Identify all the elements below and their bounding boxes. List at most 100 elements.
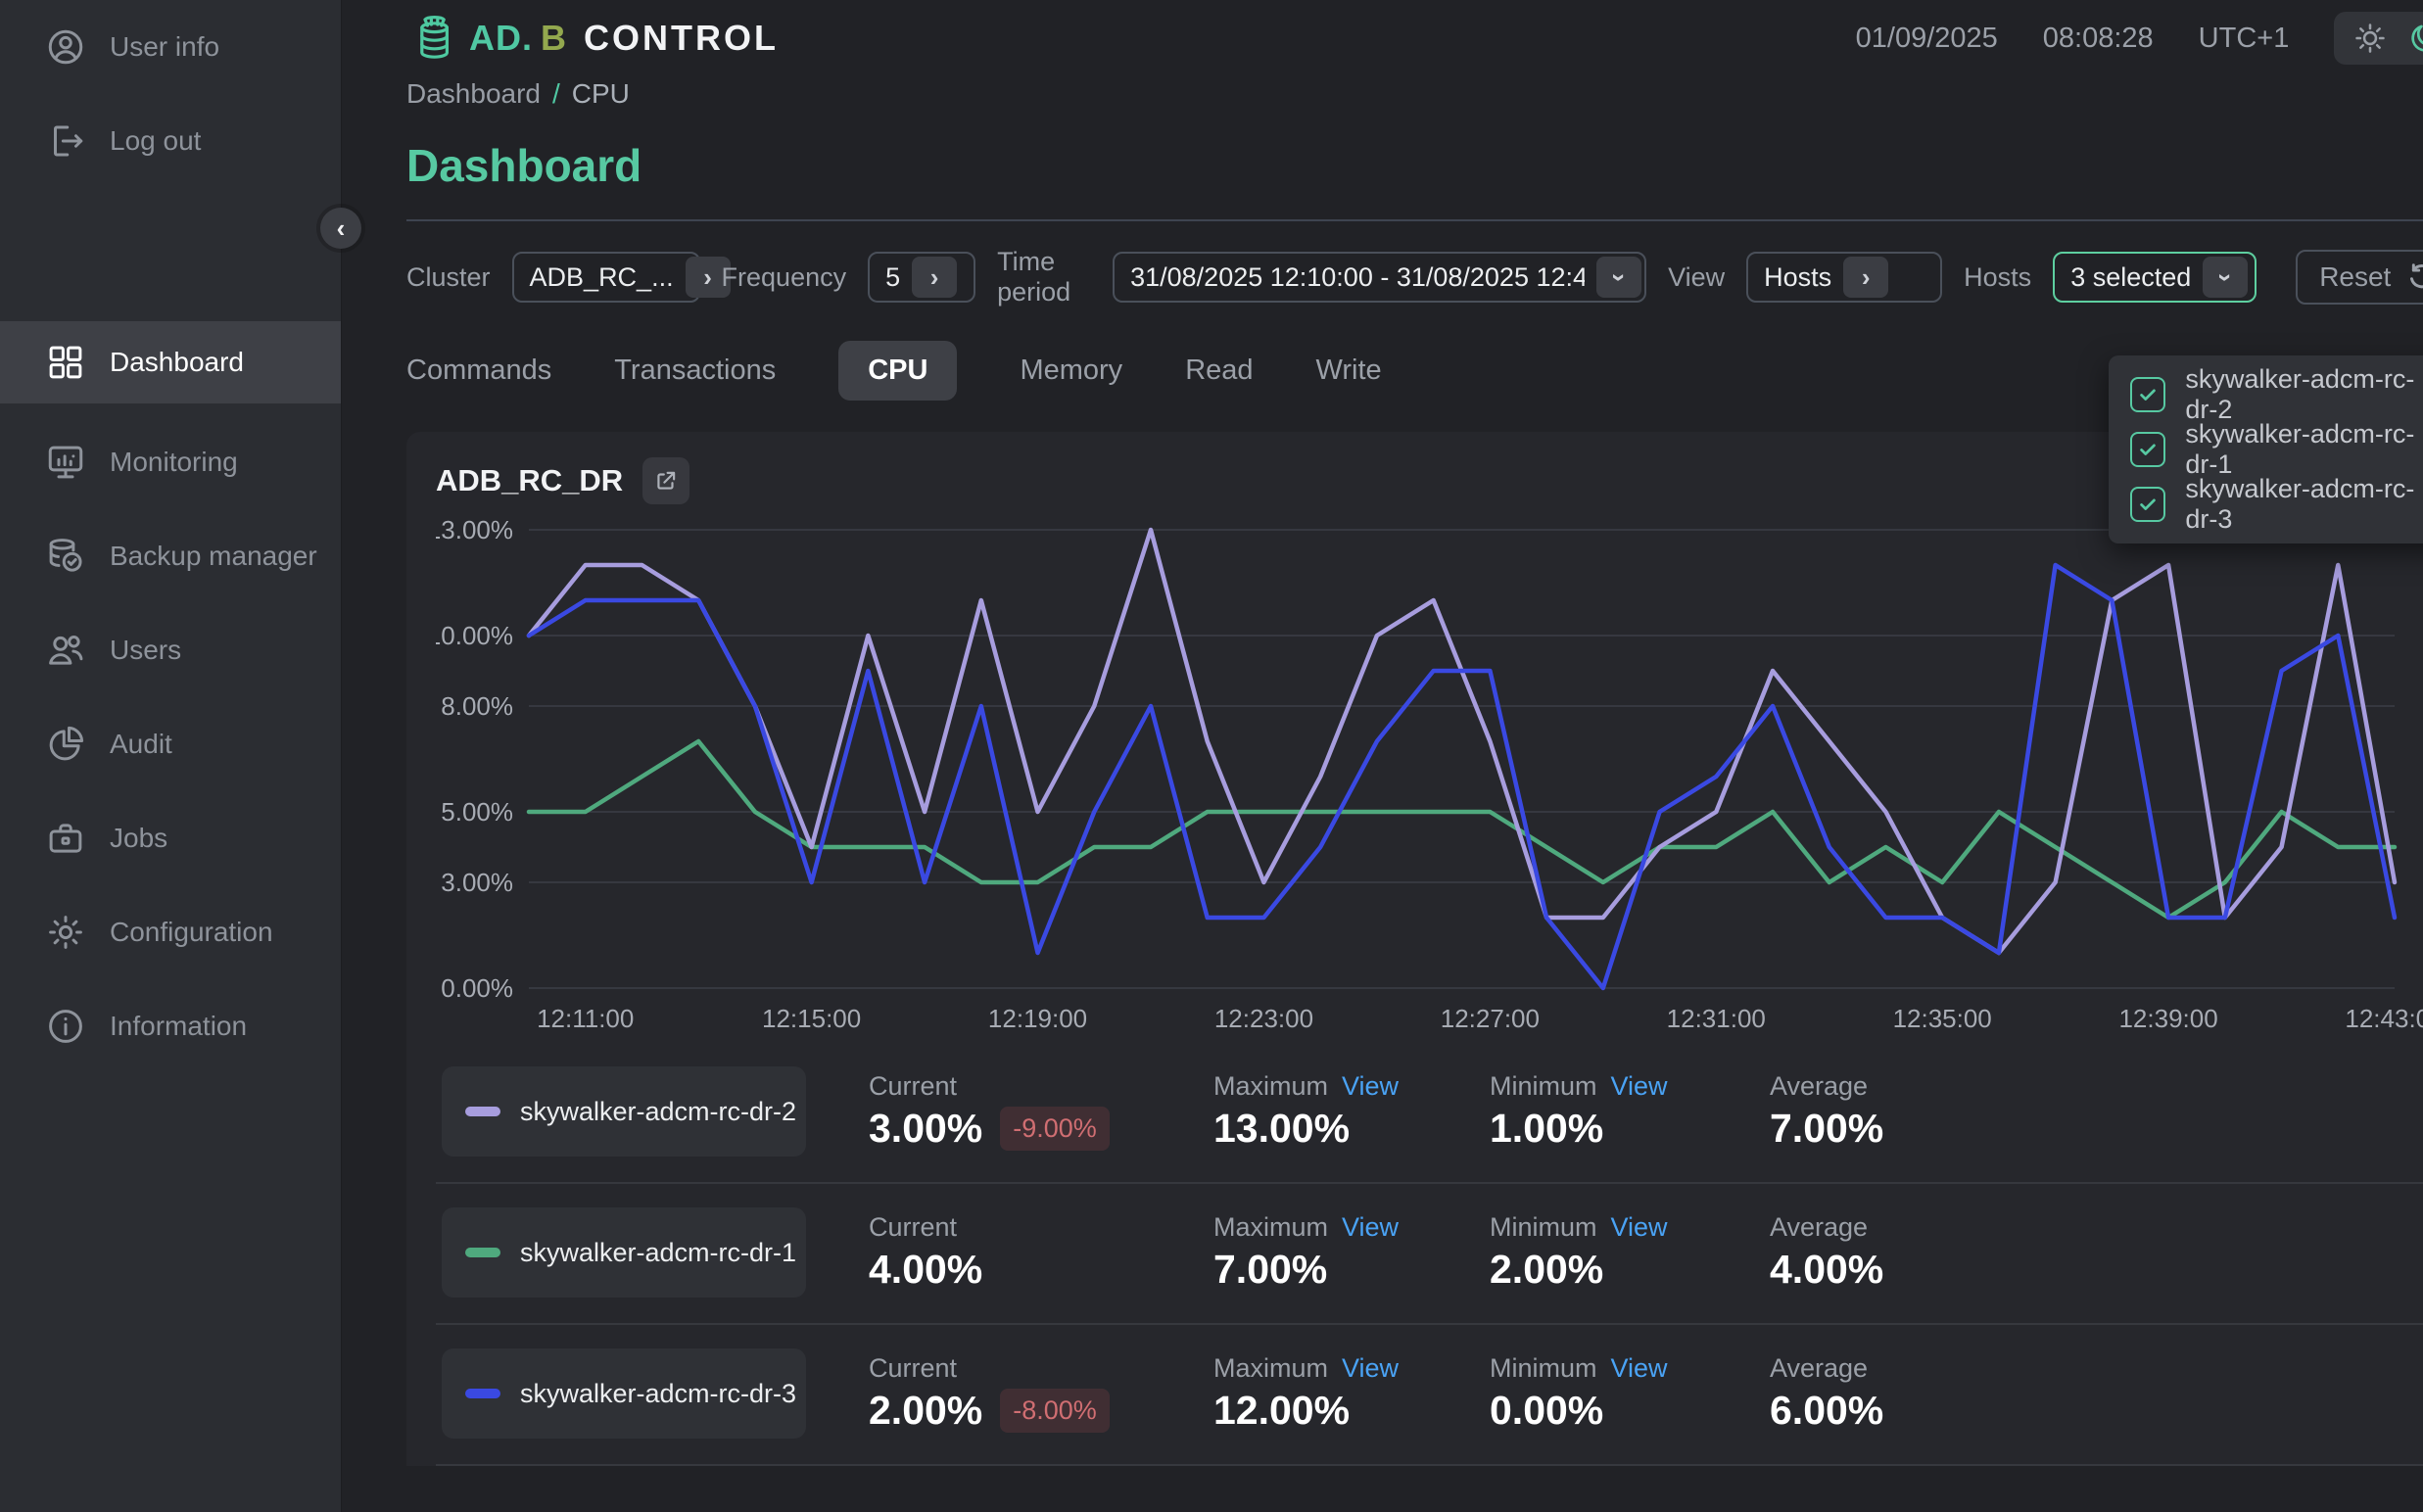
pie-chart-icon <box>45 724 86 765</box>
sidebar-item-user-info[interactable]: User info <box>0 0 341 94</box>
stat-label: Current <box>869 1353 957 1384</box>
stat-value: 7.00% <box>1213 1247 1327 1293</box>
sidebar: User info Log out ‹ Dashboard <box>0 0 342 1512</box>
chevron-right-icon[interactable]: › <box>1843 257 1888 298</box>
tab-commands[interactable]: Commands <box>406 341 551 401</box>
host-name: skywalker-adcm-rc-dr-1 <box>520 1238 796 1268</box>
cluster-value: ADB_RC_... <box>530 262 674 293</box>
sidebar-item-configuration[interactable]: Configuration <box>0 885 341 979</box>
sidebar-collapse-button[interactable]: ‹ <box>320 208 361 249</box>
stat-value: 4.00% <box>1770 1247 1883 1293</box>
stat-label: Maximum <box>1213 1071 1328 1102</box>
series-color-swatch <box>465 1248 500 1257</box>
database-backup-icon <box>45 536 86 577</box>
stat-average: Average 4.00% <box>1770 1212 1985 1293</box>
host-stat-row: skywalker-adcm-rc-dr-3 Current 2.00% -8.… <box>436 1323 2423 1464</box>
sidebar-item-information[interactable]: Information <box>0 979 341 1073</box>
breadcrumb: Dashboard / CPU <box>406 78 2423 110</box>
tab-memory[interactable]: Memory <box>1020 341 1122 401</box>
view-select[interactable]: Hosts › <box>1746 252 1942 303</box>
sidebar-item-jobs[interactable]: Jobs <box>0 791 341 885</box>
stat-label: Maximum <box>1213 1353 1328 1384</box>
hosts-dropdown-option[interactable]: skywalker-adcm-rc-dr-3 <box>2109 477 2423 532</box>
reset-button[interactable]: Reset <box>2296 250 2423 305</box>
sidebar-item-label: Backup manager <box>110 541 317 572</box>
view-minimum-link[interactable]: View <box>1611 1212 1668 1243</box>
stat-average: Average 6.00% <box>1770 1353 1985 1434</box>
hosts-dropdown-panel: skywalker-adcm-rc-dr-2 skywalker-adcm-rc… <box>2109 355 2423 543</box>
sidebar-item-monitoring[interactable]: Monitoring <box>0 415 341 509</box>
tab-transactions[interactable]: Transactions <box>614 341 776 401</box>
sidebar-item-audit[interactable]: Audit <box>0 697 341 791</box>
stat-label: Minimum <box>1490 1212 1597 1243</box>
stat-value: 13.00% <box>1213 1106 1350 1152</box>
stat-maximum: Maximum View 7.00% <box>1213 1212 1427 1293</box>
view-maximum-link[interactable]: View <box>1342 1212 1399 1243</box>
external-link-icon <box>653 468 679 494</box>
chevron-down-icon[interactable]: › <box>1596 257 1641 298</box>
checkbox-checked-icon[interactable] <box>2130 487 2165 522</box>
time-period-input[interactable]: 31/08/2025 12:10:00 - 31/08/2025 12:42:5… <box>1113 252 1646 303</box>
sidebar-item-log-out[interactable]: Log out <box>0 94 341 188</box>
hosts-dropdown-option[interactable]: skywalker-adcm-rc-dr-2 <box>2109 367 2423 422</box>
sun-icon[interactable] <box>2353 22 2387 55</box>
view-minimum-link[interactable]: View <box>1611 1353 1668 1384</box>
view-minimum-link[interactable]: View <box>1611 1071 1668 1102</box>
series-color-swatch <box>465 1107 500 1116</box>
svg-text:0.00%: 0.00% <box>441 973 513 1003</box>
host-legend-pill[interactable]: skywalker-adcm-rc-dr-2 <box>442 1066 806 1157</box>
view-maximum-link[interactable]: View <box>1342 1353 1399 1384</box>
frequency-select[interactable]: 5 › <box>868 252 975 303</box>
checkbox-checked-icon[interactable] <box>2130 432 2165 467</box>
app-root: User info Log out ‹ Dashboard <box>0 0 2423 1512</box>
tab-write[interactable]: Write <box>1316 341 1382 401</box>
stat-value: 12.00% <box>1213 1388 1350 1434</box>
sidebar-item-users[interactable]: Users <box>0 603 341 697</box>
checkbox-checked-icon[interactable] <box>2130 377 2165 412</box>
logo-text-accent: B <box>541 18 566 59</box>
tab-cpu[interactable]: CPU <box>838 341 957 401</box>
sidebar-item-label: Audit <box>110 729 172 760</box>
moon-icon[interactable] <box>2408 22 2423 55</box>
breadcrumb-section[interactable]: Dashboard <box>406 78 541 110</box>
open-fullscreen-button[interactable] <box>642 457 689 504</box>
svg-text:12:15:00: 12:15:00 <box>762 1004 861 1033</box>
logout-icon <box>45 120 86 162</box>
svg-text:12:19:00: 12:19:00 <box>988 1004 1087 1033</box>
chevron-down-icon[interactable]: › <box>2203 257 2248 298</box>
stat-label: Average <box>1770 1071 1868 1102</box>
timezone: UTC+1 <box>2199 23 2290 55</box>
host-legend-pill[interactable]: skywalker-adcm-rc-dr-3 <box>442 1348 806 1439</box>
svg-text:8.00%: 8.00% <box>441 691 513 721</box>
view-maximum-link[interactable]: View <box>1342 1071 1399 1102</box>
svg-text:13.00%: 13.00% <box>436 515 513 544</box>
cluster-select[interactable]: ADB_RC_... › <box>512 252 700 303</box>
host-option-label: skywalker-adcm-rc-dr-1 <box>2185 419 2423 480</box>
stat-value: 2.00% <box>869 1388 982 1434</box>
host-legend-pill[interactable]: skywalker-adcm-rc-dr-1 <box>442 1207 806 1298</box>
sidebar-item-backup-manager[interactable]: Backup manager <box>0 509 341 603</box>
chevron-right-icon[interactable]: › <box>912 257 957 298</box>
delta-badge: -9.00% <box>1000 1107 1110 1151</box>
chart-card: ADB_RC_DR 13.00%10.00%8.00%5.00%3.00%0.0… <box>406 432 2423 1466</box>
host-name: skywalker-adcm-rc-dr-3 <box>520 1379 796 1409</box>
sidebar-item-label: Log out <box>110 125 201 157</box>
cpu-line-chart[interactable]: 13.00%10.00%8.00%5.00%3.00%0.00%12:11:00… <box>436 510 2423 1039</box>
time-period-label: Time period <box>997 247 1091 307</box>
stat-label: Maximum <box>1213 1212 1328 1243</box>
stat-maximum: Maximum View 13.00% <box>1213 1071 1427 1152</box>
hosts-dropdown-option[interactable]: skywalker-adcm-rc-dr-1 <box>2109 422 2423 477</box>
host-stats-list: skywalker-adcm-rc-dr-2 Current 3.00% -9.… <box>436 1043 2423 1466</box>
hosts-multiselect[interactable]: 3 selected › <box>2053 252 2257 303</box>
hosts-label: Hosts <box>1964 262 2031 293</box>
svg-text:12:11:00: 12:11:00 <box>537 1004 634 1033</box>
sidebar-item-dashboard[interactable]: Dashboard <box>0 321 341 403</box>
svg-text:12:35:00: 12:35:00 <box>1893 1004 1992 1033</box>
stat-average: Average 7.00% <box>1770 1071 1985 1152</box>
sidebar-item-label: Information <box>110 1011 247 1042</box>
view-label: View <box>1668 262 1725 293</box>
theme-toggle[interactable] <box>2334 12 2423 65</box>
tab-read[interactable]: Read <box>1185 341 1253 401</box>
svg-text:12:39:00: 12:39:00 <box>2118 1004 2217 1033</box>
current-date: 01/09/2025 <box>1856 23 1998 55</box>
